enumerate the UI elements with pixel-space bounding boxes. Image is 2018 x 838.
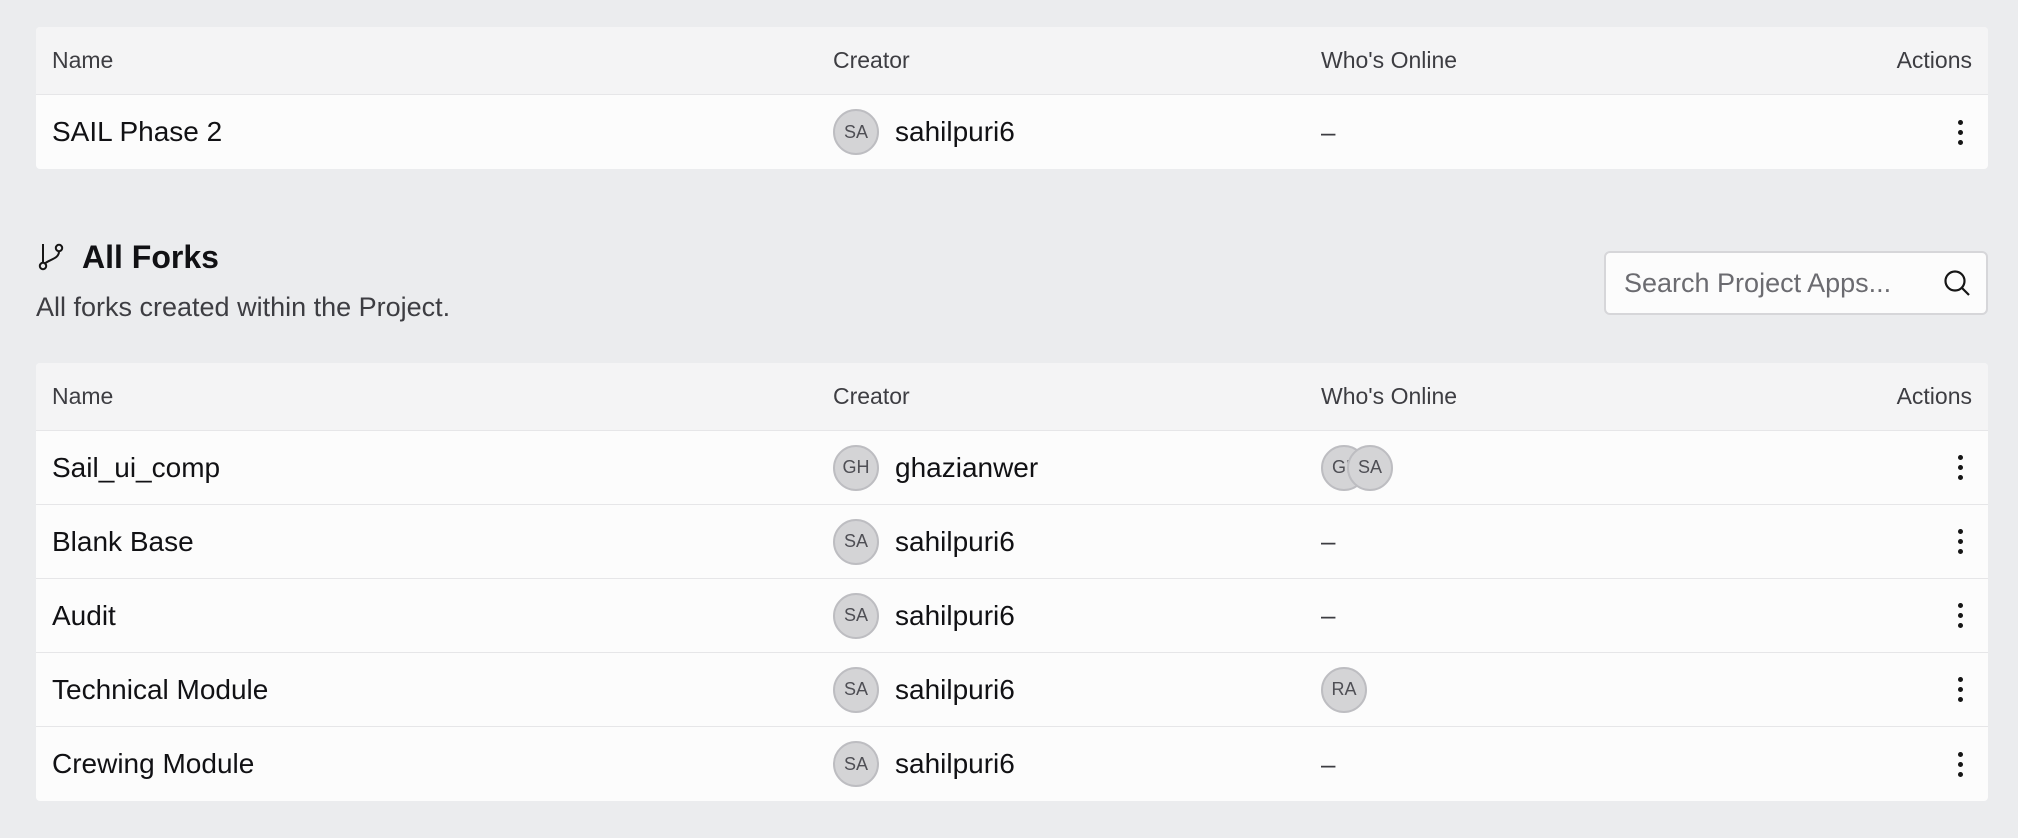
online-empty: – (1321, 526, 1336, 556)
forks-table: Name Creator Who's Online Actions Sail_u… (36, 363, 1988, 801)
online-avatar: RA (1321, 666, 1367, 713)
app-name[interactable]: Crewing Module (52, 748, 254, 780)
creator-avatar: SA (833, 741, 879, 787)
creator-avatar: SA (833, 592, 879, 639)
app-name[interactable]: SAIL Phase 2 (52, 116, 222, 148)
more-actions-icon[interactable] (1948, 744, 1972, 784)
online-empty: – (1321, 600, 1336, 630)
online-empty: – (1321, 116, 1336, 147)
creator-name: ghazianwer (895, 451, 1039, 483)
online-empty: – (1321, 748, 1336, 779)
online-avatar: SA (1347, 444, 1393, 491)
column-header-online: Who's Online (1321, 383, 1458, 409)
creator-name: sahilpuri6 (895, 673, 1015, 705)
creator-name: sahilpuri6 (895, 525, 1015, 557)
more-actions-icon[interactable] (1948, 112, 1972, 152)
git-fork-icon (38, 243, 64, 271)
app-name[interactable]: Audit (52, 600, 116, 632)
table-header: Name Creator Who's Online Actions (36, 27, 1988, 95)
column-header-creator[interactable]: Creator (833, 383, 910, 410)
column-header-name[interactable]: Name (52, 383, 113, 410)
forks-title: All Forks (82, 238, 219, 275)
table-row[interactable]: Technical Module SA sahilpuri6 RA (36, 653, 1988, 727)
table-row[interactable]: Audit SA sahilpuri6 – (36, 579, 1988, 653)
more-actions-icon[interactable] (1948, 522, 1972, 562)
column-header-actions: Actions (1896, 383, 1972, 409)
column-header-name[interactable]: Name (52, 47, 113, 74)
table-header: Name Creator Who's Online Actions (36, 363, 1988, 431)
search-input[interactable] (1622, 266, 1942, 300)
creator-avatar: SA (833, 109, 879, 155)
online-avatars: RA (1321, 666, 1367, 713)
creator-name: sahilpuri6 (895, 599, 1015, 631)
column-header-online: Who's Online (1321, 47, 1458, 73)
more-actions-icon[interactable] (1948, 670, 1972, 710)
creator-name: sahilpuri6 (895, 116, 1015, 147)
more-actions-icon[interactable] (1948, 448, 1972, 488)
table-row[interactable]: Blank Base SA sahilpuri6 – (36, 505, 1988, 579)
app-name[interactable]: Technical Module (52, 674, 268, 706)
creator-avatar: SA (833, 518, 879, 565)
app-name[interactable]: Sail_ui_comp (52, 452, 220, 484)
apps-table: Name Creator Who's Online Actions SAIL P… (36, 27, 1988, 169)
table-row[interactable]: Crewing Module SA sahilpuri6 – (36, 727, 1988, 801)
column-header-creator[interactable]: Creator (833, 47, 910, 74)
section-title: All Forks (36, 236, 219, 278)
more-actions-icon[interactable] (1948, 596, 1972, 636)
creator-name: sahilpuri6 (895, 748, 1015, 779)
table-row[interactable]: Sail_ui_comp GH ghazianwer GH SA (36, 431, 1988, 505)
forks-section-header: All Forks All forks created within the P… (36, 236, 1988, 336)
search-box[interactable] (1604, 251, 1988, 315)
search-icon[interactable] (1942, 268, 1972, 298)
app-name[interactable]: Blank Base (52, 526, 194, 558)
forks-description: All forks created within the Project. (36, 292, 451, 322)
table-row[interactable]: SAIL Phase 2 SA sahilpuri6 – (36, 95, 1988, 169)
creator-avatar: SA (833, 666, 879, 713)
column-header-actions: Actions (1896, 47, 1972, 73)
online-avatars: GH SA (1321, 444, 1393, 491)
creator-avatar: GH (833, 444, 879, 491)
